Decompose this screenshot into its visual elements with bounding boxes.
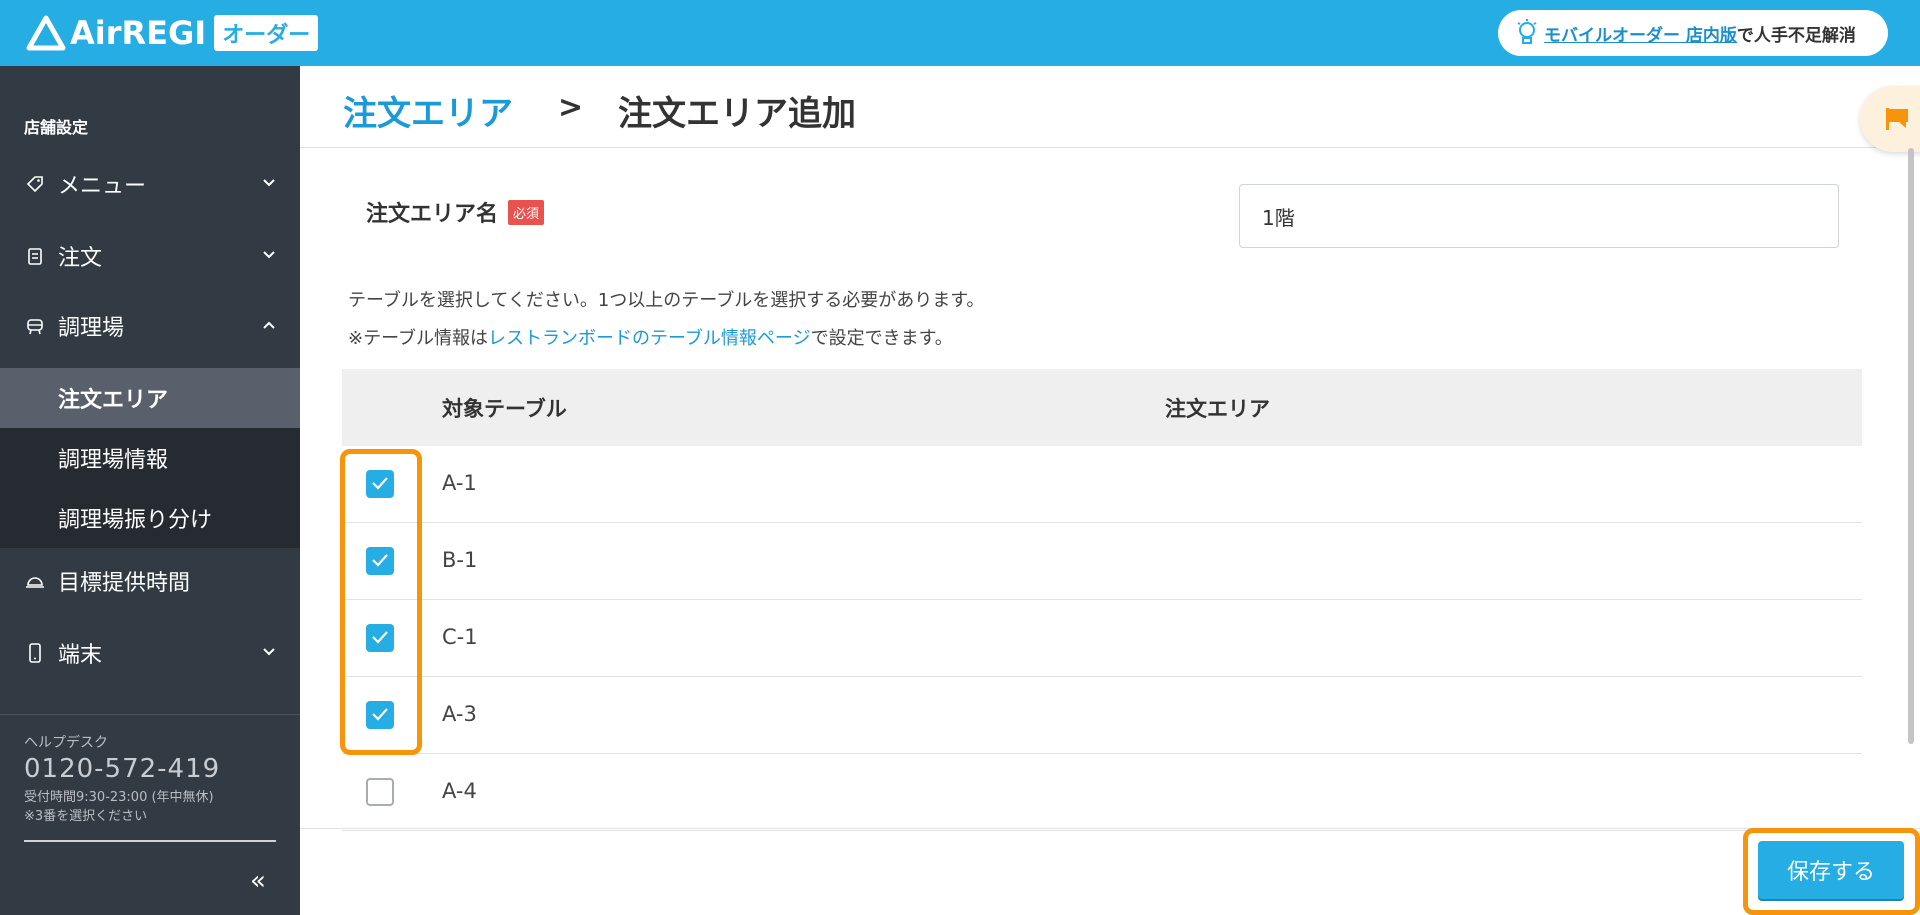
sidebar-submenu-kitchen: 注文エリア 調理場情報 調理場振り分け	[0, 368, 300, 548]
clipboard-icon	[24, 245, 46, 267]
sidebar-item-label: 注文	[58, 246, 103, 271]
chevron-down-icon	[263, 648, 275, 656]
page-title-bar: 注文エリア > 注文エリア追加	[300, 66, 1920, 148]
note-prefix: ※テーブル情報は	[348, 328, 489, 349]
save-button[interactable]: 保存する	[1758, 841, 1904, 899]
note-suffix: で設定できます。	[810, 328, 953, 349]
page-title: 注文エリア追加	[618, 94, 856, 134]
sidebar-item-menu[interactable]: メニュー	[0, 154, 300, 214]
table-name: B-1	[442, 548, 478, 572]
column-header-table: 対象テーブル	[442, 397, 567, 421]
table-name: A-4	[442, 779, 477, 803]
promo-text: で人手不足解消	[1736, 25, 1856, 46]
sidebar-subitem-kitchen-info[interactable]: 調理場情報	[0, 428, 300, 488]
sidebar-subitem-kitchen-assign[interactable]: 調理場振り分け	[0, 488, 300, 548]
table-header: 対象テーブル 注文エリア	[342, 369, 1862, 446]
table-name: A-1	[442, 471, 477, 495]
table-select-description: テーブルを選択してください。1つ以上のテーブルを選択する必要があります。	[348, 290, 985, 311]
helpdesk-note: ※3番を選択ください	[24, 809, 148, 824]
table-row: A-4	[342, 754, 1862, 831]
table-row: A-1	[342, 446, 1862, 523]
table-row: B-1	[342, 523, 1862, 600]
brand-badge: オーダー	[214, 15, 319, 51]
area-name-label: 注文エリア名 必須	[366, 196, 545, 228]
app-header: AirREGI オーダー モバイルオーダー 店内版 で人手不足解消	[0, 0, 1920, 66]
sidebar: 店舗設定 メニュー 注文 調理場 注文エリア 調理場情報 調理場振り分け 目標提…	[0, 66, 300, 915]
column-header-area: 注文エリア	[1165, 397, 1270, 421]
main-content: 注文エリア > 注文エリア追加 注文エリア名 必須 テーブルを選択してください。…	[300, 66, 1920, 915]
area-name-label-text: 注文エリア名	[366, 202, 499, 227]
table-row: A-3	[342, 677, 1862, 754]
sidebar-item-label: 目標提供時間	[58, 571, 191, 596]
sidebar-item-device[interactable]: 端末	[0, 623, 300, 683]
table-name: A-3	[442, 702, 477, 726]
sidebar-item-label: 端末	[58, 643, 103, 668]
tag-icon	[24, 173, 46, 195]
restaurant-board-link[interactable]: レストランボードのテーブル情報ページ	[488, 328, 811, 349]
sidebar-divider	[0, 714, 300, 715]
promo-banner[interactable]: モバイルオーダー 店内版 で人手不足解消	[1498, 10, 1888, 56]
flag-icon	[1886, 108, 1908, 130]
helpdesk-phone: 0120-572-419	[24, 754, 221, 784]
sidebar-item-kitchen[interactable]: 調理場	[0, 296, 300, 356]
sidebar-item-order[interactable]: 注文	[0, 226, 300, 286]
breadcrumb-separator: >	[558, 90, 584, 125]
breadcrumb-order-area[interactable]: 注文エリア	[343, 86, 513, 135]
helpdesk-label: ヘルプデスク	[24, 735, 108, 751]
promo-link[interactable]: モバイルオーダー 店内版	[1544, 21, 1737, 46]
sidebar-item-label: メニュー	[58, 174, 147, 199]
phone-icon	[24, 642, 46, 664]
table-info-note: ※テーブル情報はレストランボードのテーブル情報ページで設定できます。	[348, 324, 953, 350]
brand-name: AirREGI	[70, 14, 207, 52]
sidebar-subitem-order-area[interactable]: 注文エリア	[0, 368, 300, 428]
footer-divider	[300, 828, 1920, 829]
table-checkbox[interactable]	[366, 778, 394, 806]
table-list: 対象テーブル 注文エリア A-1 B-1 C-1 A-3 A-4	[342, 369, 1862, 831]
content-scrollbar[interactable]	[1908, 148, 1914, 744]
lightbulb-icon	[1517, 19, 1537, 44]
helpdesk-hours-text: 受付時間9:30-23:00 (年中無休)	[24, 790, 214, 805]
cloche-icon	[24, 570, 46, 592]
sidebar-section-title: 店舗設定	[24, 118, 89, 137]
table-row: C-1	[342, 600, 1862, 677]
airregi-logo[interactable]: AirREGI オーダー	[26, 14, 319, 52]
chevron-down-icon	[263, 179, 275, 187]
helpdesk-rule	[24, 840, 276, 842]
checkbox-highlight-frame	[340, 449, 422, 755]
area-name-input[interactable]	[1239, 184, 1839, 248]
logo-triangle-icon	[26, 15, 66, 51]
helpdesk-hours: 受付時間9:30-23:00 (年中無休) ※3番を選択ください	[24, 788, 214, 826]
sidebar-item-label: 調理場	[58, 316, 125, 341]
feedback-tab[interactable]	[1860, 86, 1920, 152]
required-badge: 必須	[508, 199, 545, 225]
table-name: C-1	[442, 625, 478, 649]
kitchen-icon	[24, 315, 46, 337]
sidebar-item-target-time[interactable]: 目標提供時間	[0, 551, 300, 611]
collapse-sidebar-icon[interactable]: «	[250, 866, 266, 896]
chevron-down-icon	[263, 251, 275, 259]
chevron-up-icon	[263, 321, 275, 329]
